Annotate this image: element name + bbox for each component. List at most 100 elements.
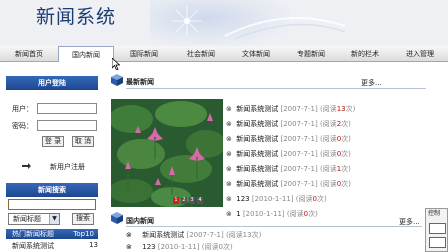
pager-page-1[interactable]: 1 (173, 197, 179, 204)
news-date: [2007-7-1] (280, 135, 318, 143)
latest-news-list: ⊗ 新闻系统测试 [2007-7-1] (阅读13次) ⊗ 新闻系统测试 [20… (226, 102, 422, 222)
bullet-icon: ⊗ (226, 210, 232, 218)
fireworks-icon (172, 6, 202, 36)
nav-item-admin[interactable]: 进入管理 (392, 46, 448, 62)
list-item[interactable]: ⊗ 新闻系统测试 [2007-7-1] (阅读0次) (226, 132, 422, 147)
hot-news-item-title: 新闻系统测试 (12, 242, 54, 250)
cube-icon (111, 74, 123, 86)
site-header: 新闻系统 (0, 0, 448, 46)
bullet-icon: ⊗ (226, 120, 232, 128)
nav-item-culture-sports[interactable]: 文体新闻 (228, 46, 284, 62)
hot-news-title: 热门新闻标题 (12, 230, 54, 238)
nav-item-domestic[interactable]: 国内新闻 (58, 46, 114, 62)
mouse-cursor-icon (112, 58, 120, 70)
news-title: 123 (142, 243, 156, 251)
control-panel[interactable]: 控制 (425, 208, 448, 252)
news-hits: (阅读0次) (201, 243, 233, 251)
latest-news-more-link[interactable]: 更多... (361, 78, 382, 88)
news-date: [2007-7-1] (280, 165, 318, 173)
news-hits: (阅读1次) (319, 165, 351, 173)
list-item[interactable]: ⊗ 新闻系统测试 [2007-7-1] (阅读13次) (226, 102, 422, 117)
nav-item-special[interactable]: 专题新闻 (284, 46, 338, 62)
bullet-icon: ⊗ (226, 165, 232, 173)
featured-news-photo[interactable] (111, 99, 223, 207)
news-title: 新闻系统测试 (236, 165, 279, 173)
pointer-hand-icon (22, 163, 31, 169)
list-item[interactable]: ⊗ 新闻系统测试 [2007-7-1] (阅读13次) (126, 229, 426, 241)
news-title: 新闻系统测试 (142, 231, 185, 239)
list-item[interactable]: ⊗ 新闻系统测试 [2007-7-1] (阅读2次) (226, 117, 422, 132)
control-panel-field[interactable] (429, 223, 446, 234)
news-hits: (阅读0次) (319, 150, 351, 158)
photo-pager: 1 2 3 4 (173, 197, 203, 204)
pager-page-4[interactable]: 4 (197, 197, 203, 204)
control-panel-field[interactable] (429, 237, 446, 248)
search-button[interactable]: 搜索 (72, 213, 94, 225)
news-date: [2010-1-11] (157, 243, 200, 251)
news-date: [2007-7-1] (280, 180, 318, 188)
bullet-icon: ⊗ (126, 231, 132, 239)
search-title: 新闻搜索 (6, 183, 98, 197)
domestic-news-divider (126, 226, 422, 227)
news-title: 新闻系统测试 (236, 180, 279, 188)
nav-item-international[interactable]: 国际新闻 (114, 46, 174, 62)
news-hits: (阅读0次) (286, 210, 318, 218)
hot-news-header: 热门新闻标题 Top10 (6, 229, 98, 239)
news-date: [2010-1-11] (242, 210, 285, 218)
latest-news-divider (126, 88, 426, 89)
nav-item-society[interactable]: 社会新闻 (174, 46, 228, 62)
login-title: 用户登陆 (6, 76, 98, 90)
list-item[interactable]: ⊗ 新闻系统测试 [2007-7-1] (阅读1次) (226, 162, 422, 177)
news-date: [2007-7-1] (280, 150, 318, 158)
news-title: 新闻系统测试 (236, 135, 279, 143)
news-date: [2007-7-1] (280, 105, 318, 113)
nav-item-new-column[interactable]: 新的栏术 (338, 46, 392, 62)
site-title: 新闻系统 (36, 6, 117, 28)
header-swoosh (225, 17, 345, 40)
register-link[interactable]: 新用户注册 (50, 162, 85, 172)
news-title: 1 (236, 210, 241, 218)
news-hits: (阅读0次) (319, 135, 351, 143)
bullet-icon: ⊗ (226, 150, 232, 158)
news-date: [2010-1-11] (251, 195, 294, 203)
news-title: 新闻系统测试 (236, 120, 279, 128)
search-field-value: 新闻标题 (13, 215, 41, 223)
pager-page-2[interactable]: 2 (181, 197, 187, 204)
bullet-icon: ⊗ (226, 195, 232, 203)
login-button[interactable]: 登 录 (42, 136, 64, 147)
news-title: 123 (236, 195, 250, 203)
list-item[interactable]: ⊗ 新闻系统测试 [2007-7-1] (阅读0次) (226, 177, 422, 192)
password-label: 密码： (12, 122, 33, 130)
cube-icon (111, 212, 123, 224)
news-hits: (阅读13次) (319, 105, 356, 113)
hot-news-item-count: 13 (89, 241, 98, 249)
control-panel-title: 控制 (428, 210, 441, 217)
news-title: 新闻系统测试 (236, 105, 279, 113)
nav-item-home[interactable]: 新闻首页 (0, 46, 58, 62)
search-input[interactable] (8, 199, 96, 210)
latest-news-title: 最新新闻 (126, 78, 154, 86)
username-label: 用户： (12, 105, 33, 113)
news-hits: (阅读2次) (319, 120, 351, 128)
bullet-icon: ⊗ (126, 243, 132, 251)
list-item[interactable]: ⊗ 123 [2010-1-11] (阅读0次) (226, 192, 422, 207)
list-item[interactable]: ⊗ 1 [2010-1-11] (阅读0次) (226, 207, 422, 222)
main-nav: 新闻首页 国内新闻 国际新闻 社会新闻 文体新闻 专题新闻 新的栏术 进入管理 (0, 46, 448, 62)
cancel-button[interactable]: 取 消 (72, 136, 94, 147)
bullet-icon: ⊗ (226, 180, 232, 188)
chevron-down-icon: ▼ (49, 214, 59, 224)
news-date: [2007-7-1] (280, 120, 318, 128)
password-input[interactable] (37, 120, 97, 131)
lotus-pond-image (111, 99, 223, 207)
search-field-select[interactable]: 新闻标题 ▼ (8, 213, 60, 225)
domestic-news-list: ⊗ 新闻系统测试 [2007-7-1] (阅读13次) ⊗ 123 [2010-… (126, 229, 426, 252)
list-item[interactable]: ⊗ 123 [2010-1-11] (阅读0次) (126, 241, 426, 252)
list-item[interactable]: ⊗ 新闻系统测试 [2007-7-1] (阅读0次) (226, 147, 422, 162)
hot-news-item[interactable]: 新闻系统测试 13 (12, 241, 98, 251)
username-input[interactable] (37, 103, 97, 114)
news-hits: (阅读13次) (225, 231, 262, 239)
domestic-news-title: 国内新闻 (126, 217, 154, 225)
bullet-icon: ⊗ (226, 105, 232, 113)
pager-page-3[interactable]: 3 (189, 197, 195, 204)
news-date: [2007-7-1] (186, 231, 224, 239)
